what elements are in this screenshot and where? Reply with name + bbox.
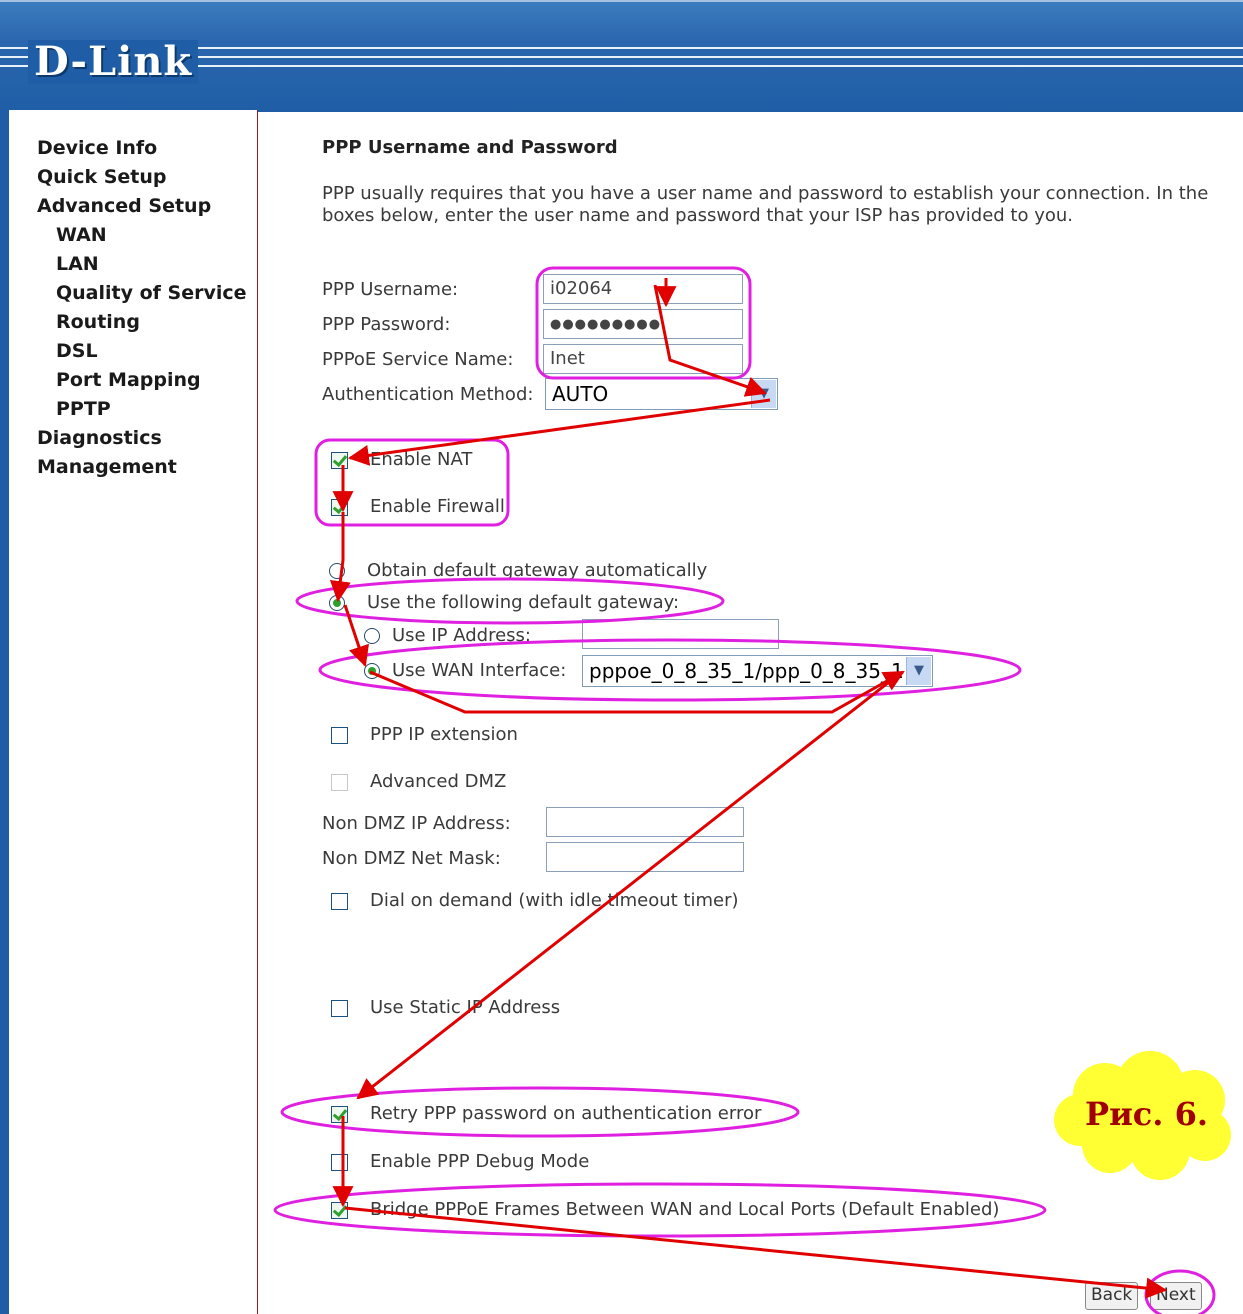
use-ip-address-label: Use IP Address: — [392, 625, 531, 646]
retry-ppp-label: Retry PPP password on authentication err… — [370, 1103, 762, 1124]
next-button[interactable]: Next — [1150, 1282, 1202, 1310]
header-banner: D-Link — [0, 0, 1243, 112]
sidebar-item-wan[interactable]: WAN — [56, 224, 107, 246]
use-static-ip-label: Use Static IP Address — [370, 997, 561, 1018]
use-static-ip-checkbox[interactable] — [331, 1000, 348, 1017]
password-label: PPP Password: — [322, 314, 451, 335]
wan-interface-select[interactable]: pppoe_0_8_35_1/ppp_0_8_35_1 ▼ — [582, 655, 933, 687]
sidebar-item-port-mapping[interactable]: Port Mapping — [56, 369, 201, 391]
sidebar-item-quick-setup[interactable]: Quick Setup — [37, 166, 166, 188]
sidebar-item-dsl[interactable]: DSL — [56, 340, 98, 362]
chevron-down-icon: ▼ — [751, 380, 776, 408]
service-name-input[interactable]: Inet — [543, 344, 743, 374]
use-ip-address-radio[interactable] — [364, 628, 380, 644]
advanced-dmz-checkbox[interactable] — [331, 774, 348, 791]
figure-label: Рис. 6. — [1085, 1095, 1208, 1133]
sidebar-item-routing[interactable]: Routing — [56, 311, 140, 333]
gateway-manual-label: Use the following default gateway: — [367, 592, 680, 613]
gateway-auto-label: Obtain default gateway automatically — [367, 560, 708, 581]
username-label: PPP Username: — [322, 279, 459, 300]
sidebar-item-diagnostics[interactable]: Diagnostics — [37, 427, 162, 449]
non-dmz-mask-label: Non DMZ Net Mask: — [322, 848, 501, 869]
gateway-auto-radio[interactable] — [329, 563, 345, 579]
dial-on-demand-checkbox[interactable] — [331, 893, 348, 910]
use-wan-interface-label: Use WAN Interface: — [392, 660, 567, 681]
page-title: PPP Username and Password — [322, 137, 618, 158]
ppp-debug-checkbox[interactable] — [331, 1154, 348, 1171]
enable-nat-label: Enable NAT — [370, 449, 473, 470]
advanced-dmz-label: Advanced DMZ — [370, 771, 507, 792]
sidebar-item-management[interactable]: Management — [37, 456, 177, 478]
sidebar-item-lan[interactable]: LAN — [56, 253, 99, 275]
enable-nat-checkbox[interactable] — [331, 452, 348, 469]
description-line-2: boxes below, enter the user name and pas… — [322, 205, 1073, 226]
sidebar-item-qos[interactable]: Quality of Service — [56, 282, 247, 304]
chevron-down-icon: ▼ — [906, 657, 931, 685]
non-dmz-mask-input[interactable] — [546, 842, 744, 872]
ppp-debug-label: Enable PPP Debug Mode — [370, 1151, 590, 1172]
enable-firewall-label: Enable Firewall — [370, 496, 505, 517]
sidebar-item-advanced-setup[interactable]: Advanced Setup — [37, 195, 211, 217]
username-input[interactable]: i02064 — [543, 274, 743, 304]
auth-method-value: AUTO — [552, 382, 609, 406]
sidebar-item-pptp[interactable]: PPTP — [56, 398, 111, 420]
non-dmz-ip-label: Non DMZ IP Address: — [322, 813, 511, 834]
sidebar-item-device-info[interactable]: Device Info — [37, 137, 157, 159]
bridge-pppoe-label: Bridge PPPoE Frames Between WAN and Loca… — [370, 1199, 1000, 1220]
retry-ppp-checkbox[interactable] — [331, 1106, 348, 1123]
left-frame-edge — [0, 110, 9, 1314]
enable-firewall-checkbox[interactable] — [331, 499, 348, 516]
gateway-ip-input[interactable] — [582, 619, 779, 649]
service-name-label: PPPoE Service Name: — [322, 349, 514, 370]
gateway-manual-radio[interactable] — [329, 595, 345, 611]
ppp-ip-extension-checkbox[interactable] — [331, 727, 348, 744]
non-dmz-ip-input[interactable] — [546, 807, 744, 837]
description-line-1: PPP usually requires that you have a use… — [322, 183, 1209, 204]
wan-interface-value: pppoe_0_8_35_1/ppp_0_8_35_1 — [589, 659, 904, 683]
dial-on-demand-label: Dial on demand (with idle timeout timer) — [370, 890, 739, 911]
ppp-ip-extension-label: PPP IP extension — [370, 724, 518, 745]
auth-method-select[interactable]: AUTO ▼ — [545, 378, 778, 410]
back-button[interactable]: Back — [1085, 1282, 1139, 1310]
auth-method-label: Authentication Method: — [322, 384, 534, 405]
dlink-logo: D-Link — [28, 40, 199, 84]
use-wan-interface-radio[interactable] — [364, 663, 380, 679]
password-input[interactable]: ●●●●●●●●● — [543, 309, 743, 339]
bridge-pppoe-checkbox[interactable] — [331, 1202, 348, 1219]
